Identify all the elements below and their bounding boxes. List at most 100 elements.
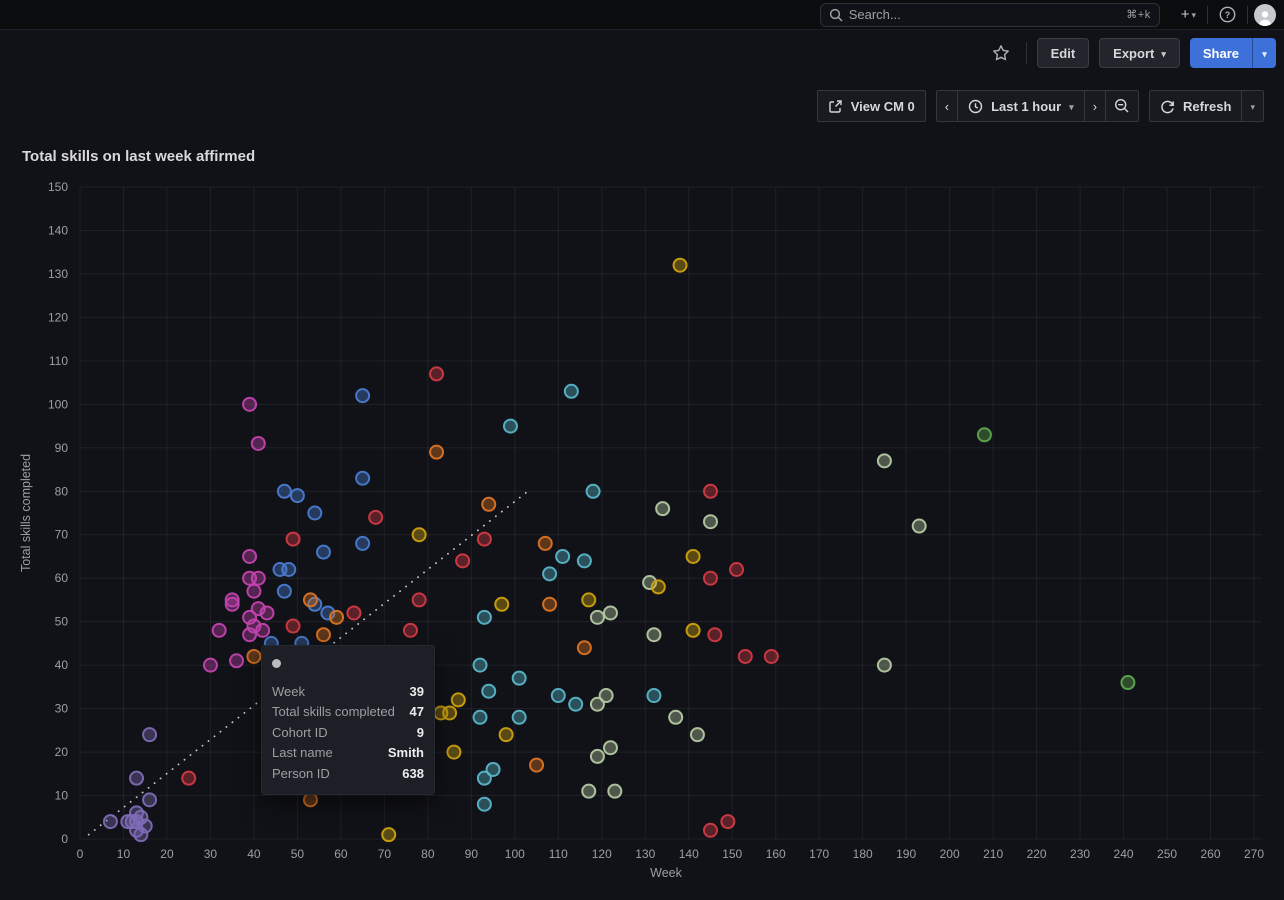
data-point [687, 550, 700, 563]
svg-text:20: 20 [55, 745, 69, 759]
data-point [552, 689, 565, 702]
data-point [430, 367, 443, 380]
chevron-down-icon: ▾ [1161, 49, 1166, 60]
data-point [104, 815, 117, 828]
tooltip-row: Last nameSmith [272, 743, 424, 764]
data-point [591, 698, 604, 711]
tooltip-label: Last name [272, 745, 333, 760]
view-cm-button[interactable]: View CM 0 [817, 90, 926, 122]
data-point [674, 259, 687, 272]
user-avatar[interactable] [1254, 4, 1276, 26]
data-point [330, 611, 343, 624]
zoom-out-time-button[interactable] [1105, 90, 1139, 122]
time-controls-row: View CM 0 ‹ Last 1 hour ▾ › Refresh ▾ [0, 90, 1284, 122]
person-icon [1256, 8, 1274, 26]
data-point [530, 759, 543, 772]
svg-text:190: 190 [896, 847, 916, 861]
data-point [582, 593, 595, 606]
data-point [730, 563, 743, 576]
search-input[interactable]: Search... ⌘+k [820, 3, 1160, 27]
new-button[interactable]: + ▾ [1176, 3, 1201, 27]
share-button[interactable]: Share [1190, 38, 1252, 68]
data-point [243, 550, 256, 563]
data-point [478, 772, 491, 785]
chevron-down-icon: ▾ [1262, 49, 1267, 60]
tooltip-header [272, 654, 424, 672]
help-icon: ? [1219, 6, 1236, 23]
svg-text:170: 170 [809, 847, 829, 861]
svg-text:10: 10 [55, 789, 69, 803]
data-point [482, 498, 495, 511]
data-point [260, 606, 273, 619]
refresh-button[interactable]: Refresh [1149, 90, 1242, 122]
data-point [243, 398, 256, 411]
svg-text:110: 110 [549, 847, 568, 861]
search-shortcut: ⌘+k [1126, 8, 1150, 21]
svg-text:140: 140 [48, 223, 68, 237]
data-point [317, 628, 330, 641]
svg-text:200: 200 [940, 847, 960, 861]
favorite-button[interactable] [986, 38, 1016, 68]
star-icon [992, 44, 1010, 62]
time-range-picker[interactable]: Last 1 hour ▾ [957, 90, 1085, 122]
time-shift-forward-button[interactable]: › [1084, 90, 1106, 122]
share-button-group: Share ▾ [1190, 38, 1276, 68]
refresh-interval-button[interactable]: ▾ [1241, 90, 1264, 122]
export-button[interactable]: Export ▾ [1099, 38, 1180, 68]
data-point [204, 659, 217, 672]
data-point [978, 428, 991, 441]
time-shift-back-button[interactable]: ‹ [936, 90, 958, 122]
data-point [291, 489, 304, 502]
svg-text:110: 110 [49, 354, 68, 368]
tooltip-row: Week39 [272, 681, 424, 702]
data-point [565, 385, 578, 398]
data-point [708, 628, 721, 641]
share-menu-button[interactable]: ▾ [1252, 38, 1276, 68]
svg-text:260: 260 [1201, 847, 1221, 861]
data-point [765, 650, 778, 663]
data-point [647, 628, 660, 641]
top-nav-bar: Search... ⌘+k + ▾ ? [0, 0, 1284, 30]
data-point [500, 728, 513, 741]
view-cm-label: View CM 0 [851, 99, 915, 114]
data-point [474, 711, 487, 724]
scatter-plot[interactable]: 0102030405060708090100110120130140150010… [0, 0, 1284, 900]
data-point [252, 437, 265, 450]
svg-text:230: 230 [1070, 847, 1090, 861]
svg-text:250: 250 [1157, 847, 1177, 861]
toolbar-divider [1026, 42, 1027, 64]
help-button[interactable]: ? [1214, 3, 1241, 27]
external-link-icon [828, 99, 843, 114]
data-point [130, 815, 143, 828]
data-point [478, 611, 491, 624]
svg-text:0: 0 [61, 832, 68, 846]
export-button-label: Export [1113, 46, 1154, 61]
data-point [130, 772, 143, 785]
svg-text:90: 90 [465, 847, 479, 861]
data-point [256, 624, 269, 637]
svg-text:0: 0 [77, 847, 84, 861]
data-point [543, 598, 556, 611]
data-point [308, 507, 321, 520]
data-point [591, 750, 604, 763]
svg-text:140: 140 [679, 847, 699, 861]
data-point [543, 567, 556, 580]
svg-text:50: 50 [291, 847, 305, 861]
tooltip-value: 9 [417, 725, 424, 740]
data-point [556, 550, 569, 563]
data-point [578, 554, 591, 567]
chart-tooltip: Week39Total skills completed47Cohort ID9… [261, 645, 435, 795]
data-point [652, 580, 665, 593]
refresh-label: Refresh [1183, 99, 1231, 114]
refresh-icon [1160, 99, 1175, 114]
edit-button[interactable]: Edit [1037, 38, 1090, 68]
data-point [582, 785, 595, 798]
tooltip-label: Cohort ID [272, 725, 328, 740]
data-point [474, 659, 487, 672]
svg-text:40: 40 [247, 847, 261, 861]
tooltip-row: Person ID638 [272, 763, 424, 784]
tooltip-label: Person ID [272, 766, 330, 781]
data-point [252, 572, 265, 585]
data-point [443, 706, 456, 719]
data-point [704, 485, 717, 498]
